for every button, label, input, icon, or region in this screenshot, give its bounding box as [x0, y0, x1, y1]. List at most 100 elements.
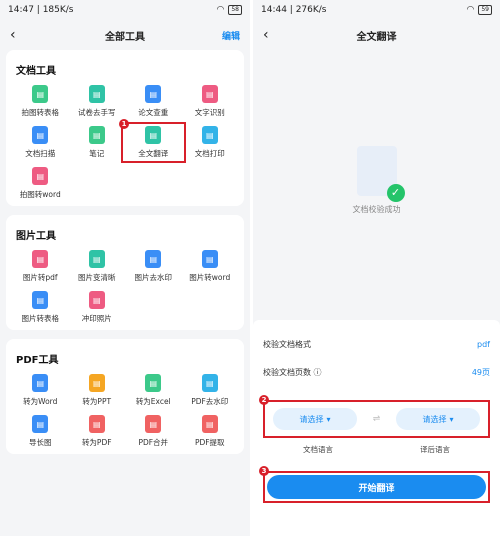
tool-label: 图片转表格	[21, 314, 60, 323]
tool-label: PDF合并	[138, 438, 169, 447]
section-title: 图片工具	[16, 231, 56, 242]
tool-item[interactable]: ▤ PDF去水印	[182, 374, 239, 407]
to-ppt-icon: ▤	[88, 374, 105, 392]
pdf-extract-icon: ▤	[201, 415, 218, 433]
tool-item[interactable]: 1 ▤ 全文翻译	[119, 119, 186, 163]
tool-label: 文字识别	[194, 108, 225, 117]
tool-item[interactable]: ▤ 图片转pdf	[12, 250, 69, 283]
format-value: pdf	[477, 339, 490, 349]
tool-label: 转为PPT	[82, 397, 112, 406]
status-time: 14:47 | 185K/s	[8, 5, 74, 15]
back-icon[interactable]: ‹	[263, 27, 283, 43]
to-pdf-icon: ▤	[88, 415, 105, 433]
step-marker: 3	[259, 466, 269, 476]
tool-item[interactable]: ▤ 拍图转word	[12, 167, 69, 200]
success-message: 文档校验成功	[352, 204, 401, 214]
pages-row: 校验文档页数 ⓘ 49页	[263, 358, 490, 386]
image-word-icon: ▤	[201, 250, 218, 268]
tool-item[interactable]: ▤ 冲印照片	[69, 291, 126, 324]
tool-item[interactable]: ▤ 转为PPT	[69, 374, 126, 407]
status-time: 14:44 | 276K/s	[261, 5, 327, 15]
swap-icon[interactable]: ⇌	[373, 414, 381, 424]
tool-item[interactable]: ▤ 转为Word	[12, 374, 69, 407]
tool-label: 笔记	[89, 149, 105, 158]
tool-item[interactable]: ▤ 导长图	[12, 415, 69, 448]
nav-bar: ‹ 全部工具 编辑	[0, 20, 250, 50]
step-marker: 1	[119, 119, 129, 129]
tool-label: 试卷去手写	[78, 108, 116, 117]
source-language-select[interactable]: 请选择 ▾	[273, 408, 357, 430]
table-icon: ▤	[32, 85, 49, 103]
check-icon: ✓	[386, 183, 405, 202]
tool-section-card: 文档工具 ▤ 拍图转表格 ▤ 试卷去手写 ▤ 论文查重 ▤ 文字识别 ▤ 文档扫描 ▤ 笔记 1 ▤ 全文翻译…	[6, 50, 244, 206]
image-enhance-icon: ▤	[88, 250, 105, 268]
status-bar: 14:44 | 276K/s ◠ 59	[253, 0, 500, 20]
tool-sections: 文档工具 ▤ 拍图转表格 ▤ 试卷去手写 ▤ 论文查重 ▤ 文字识别 ▤ 文档扫描 ▤ 笔记 1 ▤ 全文翻译…	[0, 50, 250, 454]
tool-label: 图片去水印	[134, 273, 173, 282]
tool-item[interactable]: ▤ 图片变清晰	[69, 250, 126, 283]
text-scan-icon: ▤	[201, 85, 218, 103]
image-watermark-icon: ▤	[145, 250, 162, 268]
tool-label: 全文翻译	[138, 149, 169, 158]
start-translate-button[interactable]: 开始翻译	[267, 475, 486, 499]
language-select-box: 2 请选择 ▾ ⇌ 请选择 ▾	[259, 395, 490, 438]
tool-label: 文档打印	[194, 149, 225, 158]
tool-label: PDF提取	[194, 438, 225, 447]
tool-item[interactable]: ▤ 文档扫描	[12, 126, 69, 159]
page-title: 全部工具	[105, 31, 145, 43]
section-title: PDF工具	[16, 355, 59, 366]
tool-label: PDF去水印	[191, 397, 229, 406]
tool-item[interactable]: ▤ PDF合并	[125, 415, 182, 448]
battery-icon: 58	[228, 5, 242, 15]
page-title: 全文翻译	[356, 31, 397, 43]
photo-print-icon: ▤	[88, 291, 105, 309]
tool-label: 转为PDF	[81, 438, 112, 447]
tool-label: 文档扫描	[25, 149, 56, 158]
pen-icon: ▤	[88, 126, 105, 144]
tool-item[interactable]: ▤ 文字识别	[182, 85, 239, 118]
tool-item[interactable]: ▤ 图片转word	[182, 250, 239, 283]
translate-panel: 校验文档格式 pdf 校验文档页数 ⓘ 49页 2 请选择 ▾ ⇌ 请选择 ▾ 文档…	[253, 320, 500, 536]
pdf-watermark-icon: ▤	[201, 374, 218, 392]
tool-item[interactable]: ▤ 转为Excel	[125, 374, 182, 407]
pdf-icon: ▤	[32, 250, 49, 268]
tool-label: 论文查重	[138, 108, 169, 117]
verify-result: ✓ 文档校验成功	[253, 30, 500, 330]
tool-item[interactable]: ▤ 拍图转表格	[12, 85, 69, 118]
tool-item[interactable]: ▤ 文档打印	[182, 126, 239, 159]
tool-item[interactable]: ▤ 转为PDF	[69, 415, 126, 448]
target-language-label: 译后语言	[420, 445, 450, 454]
battery-icon: 59	[478, 5, 492, 15]
image-table-icon: ▤	[32, 291, 49, 309]
tool-label: 转为Word	[23, 397, 58, 406]
tool-section-card: 图片工具 ▤ 图片转pdf ▤ 图片变清晰 ▤ 图片去水印 ▤ 图片转word ▤ 图片转表格 ▤ 冲印…	[6, 215, 244, 330]
tool-item[interactable]: ▤ 图片转表格	[12, 291, 69, 324]
tool-item[interactable]: ▤ 试卷去手写	[69, 85, 126, 118]
tool-label: 转为Excel	[135, 397, 171, 406]
tool-item[interactable]: ▤ 图片去水印	[125, 250, 182, 283]
tool-label: 冲印照片	[81, 314, 112, 323]
tool-item[interactable]: ▤ 笔记	[69, 126, 126, 159]
printer-icon: ▤	[201, 126, 218, 144]
document-icon: ✓	[356, 145, 405, 202]
tool-item[interactable]: ▤ PDF提取	[182, 415, 239, 448]
translate-icon: ▤	[145, 126, 162, 144]
back-icon[interactable]: ‹	[10, 27, 30, 43]
section-title: 文档工具	[16, 66, 56, 77]
info-icon[interactable]: ⓘ	[314, 368, 322, 377]
long-image-icon: ▤	[32, 415, 49, 433]
scan-icon: ▤	[32, 126, 49, 144]
doc-check-icon: ▤	[145, 85, 162, 103]
tool-label: 拍图转表格	[21, 108, 60, 117]
tool-label: 拍图转word	[19, 190, 61, 199]
translate-screen: 14:44 | 276K/s ◠ 59 ‹ 全文翻译 ✓ 文档校验成功 校验文档…	[253, 0, 500, 536]
target-language-select[interactable]: 请选择 ▾	[395, 408, 480, 430]
caret-down-icon: ▾	[326, 414, 331, 424]
tool-label: 图片转pdf	[22, 273, 58, 282]
tool-label: 图片转word	[189, 273, 231, 282]
tool-item[interactable]: ▤ 论文查重	[125, 85, 182, 118]
format-label: 校验文档格式	[263, 339, 311, 349]
pdf-merge-icon: ▤	[145, 415, 162, 433]
caret-down-icon: ▾	[449, 414, 454, 424]
edit-button[interactable]: 编辑	[220, 29, 240, 42]
